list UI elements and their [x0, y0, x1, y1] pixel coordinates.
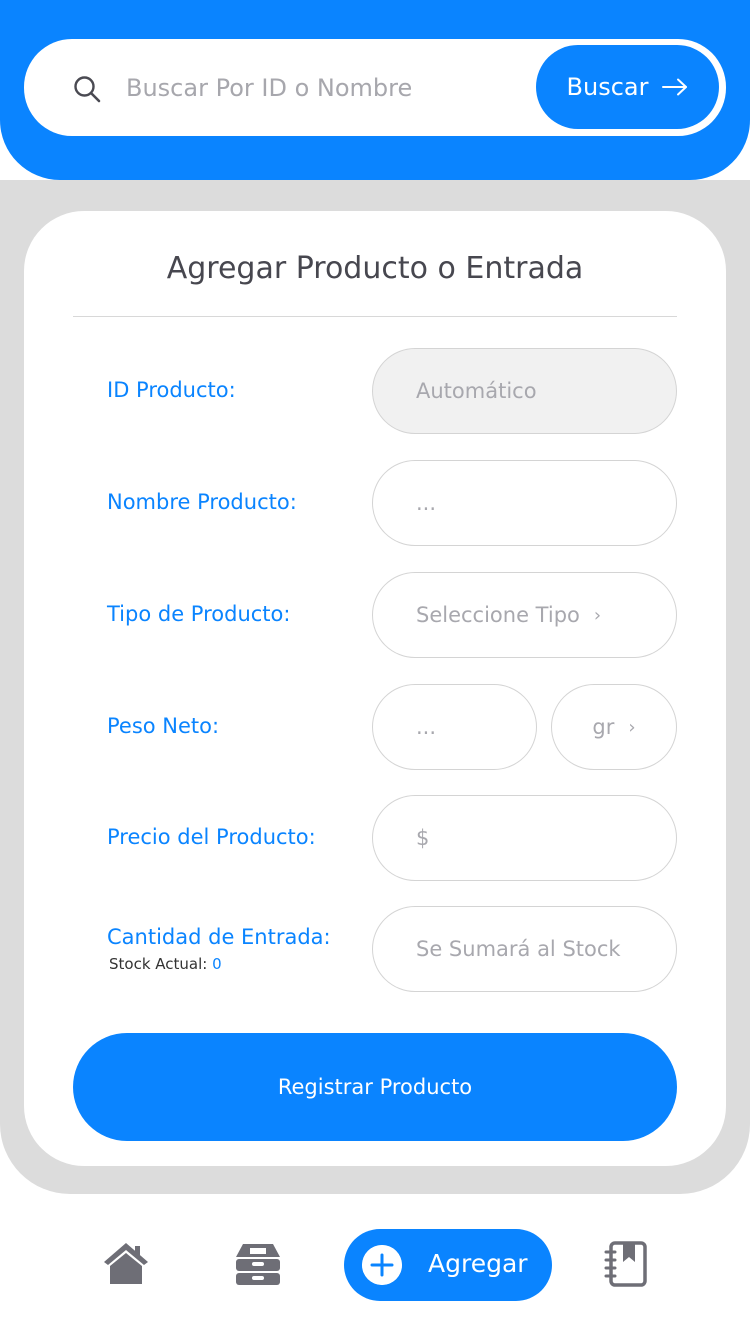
- weight-field[interactable]: ...: [372, 684, 537, 770]
- id-field: Automático: [372, 348, 677, 434]
- search-bar: Buscar: [24, 39, 726, 136]
- arrow-right-icon: [662, 78, 688, 96]
- type-label: Tipo de Producto:: [107, 602, 291, 626]
- type-placeholder: Seleccione Tipo: [416, 603, 580, 627]
- add-icon: [362, 1245, 402, 1285]
- app-screen: Buscar Agregar Producto o Entrada ID Pro…: [0, 0, 750, 1334]
- weight-placeholder: ...: [416, 715, 437, 739]
- home-icon[interactable]: [102, 1240, 150, 1288]
- name-placeholder: ...: [416, 491, 437, 515]
- search-button[interactable]: Buscar: [536, 45, 719, 129]
- search-button-label: Buscar: [566, 73, 649, 101]
- chevron-right-icon: ›: [628, 716, 636, 738]
- quantity-placeholder: Se Sumará al Stock: [416, 937, 621, 961]
- price-label: Precio del Producto:: [107, 825, 316, 849]
- name-label: Nombre Producto:: [107, 490, 297, 514]
- id-value: Automático: [416, 379, 537, 403]
- id-label: ID Producto:: [107, 378, 236, 402]
- nav-add-label: Agregar: [428, 1249, 528, 1278]
- weight-unit-select[interactable]: gr ›: [551, 684, 677, 770]
- register-button-label: Registrar Producto: [277, 1075, 473, 1099]
- search-icon: [74, 76, 101, 103]
- quantity-label: Cantidad de Entrada:: [107, 925, 331, 949]
- stock-value: 0: [212, 955, 222, 973]
- register-product-button[interactable]: Registrar Producto: [73, 1033, 677, 1141]
- type-select[interactable]: Seleccione Tipo ›: [372, 572, 677, 658]
- stock-info: Stock Actual: 0: [109, 955, 222, 973]
- name-field[interactable]: ...: [372, 460, 677, 546]
- weight-unit: gr: [592, 715, 615, 739]
- nav-add-button[interactable]: Agregar: [344, 1229, 552, 1301]
- price-placeholder: $: [416, 826, 430, 850]
- price-field[interactable]: $: [372, 795, 677, 881]
- notebook-icon[interactable]: [602, 1240, 650, 1288]
- title-divider: [73, 316, 677, 317]
- search-input[interactable]: [126, 63, 546, 113]
- weight-label: Peso Neto:: [107, 714, 220, 738]
- form-card: Agregar Producto o Entrada ID Producto: …: [24, 211, 726, 1166]
- inventory-icon[interactable]: [234, 1240, 282, 1288]
- quantity-field[interactable]: Se Sumará al Stock: [372, 906, 677, 992]
- header: Buscar: [0, 0, 750, 180]
- form-title: Agregar Producto o Entrada: [166, 251, 584, 286]
- stock-label: Stock Actual:: [109, 955, 208, 973]
- chevron-right-icon: ›: [593, 604, 602, 626]
